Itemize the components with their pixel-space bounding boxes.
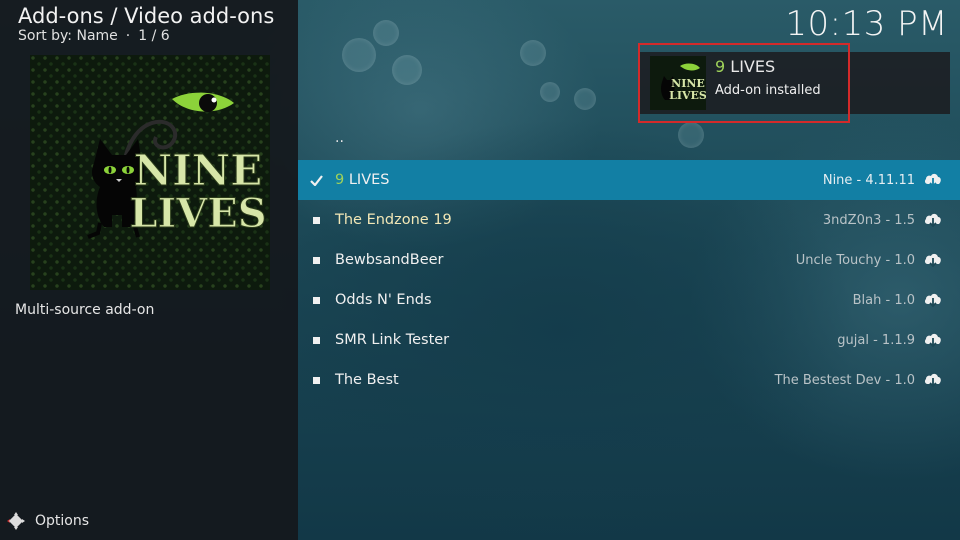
background-bubble — [392, 55, 422, 85]
list-item-version: Nine - 4.11.11 — [822, 172, 915, 188]
addon-list: .. 9 LIVES Nine - 4.11.11 The Endzone 19… — [298, 120, 960, 400]
list-item-endzone[interactable]: The Endzone 19 3ndZ0n3 - 1.5 — [298, 200, 960, 240]
list-item-version: gujal - 1.1.9 — [837, 332, 915, 348]
nine-lives-logo: NINE LIVES — [87, 92, 267, 239]
list-item-parent[interactable]: .. — [298, 120, 960, 160]
addon-description: Multi-source add-on — [15, 302, 155, 318]
list-item-label: The Best — [335, 372, 399, 388]
bullet-icon — [309, 280, 323, 320]
page-count: 1 / 6 — [138, 28, 170, 44]
background-bubble — [540, 82, 560, 102]
list-item-label: SMR Link Tester — [335, 332, 450, 348]
bullet-icon — [309, 240, 323, 280]
cloud-download-icon — [924, 213, 941, 228]
background-bubble — [342, 38, 376, 72]
page-title: Add-ons / Video add-ons — [18, 4, 275, 28]
list-item-label: The Endzone 19 — [335, 212, 452, 228]
list-item-version: 3ndZ0n3 - 1.5 — [822, 212, 915, 228]
options-button[interactable]: Options — [6, 510, 89, 532]
cloud-download-icon — [924, 253, 941, 268]
background-bubble — [520, 40, 546, 66]
addon-poster: NINE LIVES — [30, 55, 270, 290]
list-item-version: Blah - 1.0 — [852, 292, 915, 308]
annotation-highlight-box — [638, 43, 850, 123]
check-icon — [309, 160, 323, 200]
list-item-label: BewbsandBeer — [335, 252, 444, 268]
list-item-smr-link-tester[interactable]: SMR Link Tester gujal - 1.1.9 — [298, 320, 960, 360]
list-item-label-number: 9 — [335, 172, 345, 188]
list-item-version: The Bestest Dev - 1.0 — [774, 372, 915, 388]
sort-label[interactable]: Sort by: Name — [18, 28, 118, 44]
list-item-the-best[interactable]: The Best The Bestest Dev - 1.0 — [298, 360, 960, 400]
cloud-download-icon — [924, 333, 941, 348]
cloud-download-icon — [924, 373, 941, 388]
sort-info: Sort by: Name · 1 / 6 — [18, 28, 170, 44]
list-item-version: Uncle Touchy - 1.0 — [795, 252, 915, 268]
options-icon — [7, 512, 25, 530]
list-item-bewbsandbeer[interactable]: BewbsandBeer Uncle Touchy - 1.0 — [298, 240, 960, 280]
cloud-download-icon — [924, 173, 941, 188]
parent-folder-label: .. — [335, 130, 344, 146]
list-item-label: Odds N' Ends — [335, 292, 432, 308]
options-label: Options — [35, 513, 90, 529]
info-panel: Add-ons / Video add-ons Sort by: Name · 1 … — [0, 0, 298, 540]
background-bubble — [373, 20, 399, 46]
clock: 10:13 PM — [785, 4, 948, 44]
logo-text-line1: NINE — [134, 146, 262, 195]
sort-separator: · — [125, 28, 131, 44]
bullet-icon — [309, 320, 323, 360]
bullet-icon — [309, 200, 323, 240]
list-item-nine-lives[interactable]: 9 LIVES Nine - 4.11.11 — [298, 160, 960, 200]
list-item-odds-n-ends[interactable]: Odds N' Ends Blah - 1.0 — [298, 280, 960, 320]
background-bubble — [574, 88, 596, 110]
logo-text-line2: LIVES — [129, 190, 266, 237]
bullet-icon — [309, 360, 323, 400]
list-item-label: 9 LIVES — [335, 172, 389, 188]
list-item-label-text: LIVES — [344, 172, 390, 188]
cloud-download-icon — [924, 293, 941, 308]
